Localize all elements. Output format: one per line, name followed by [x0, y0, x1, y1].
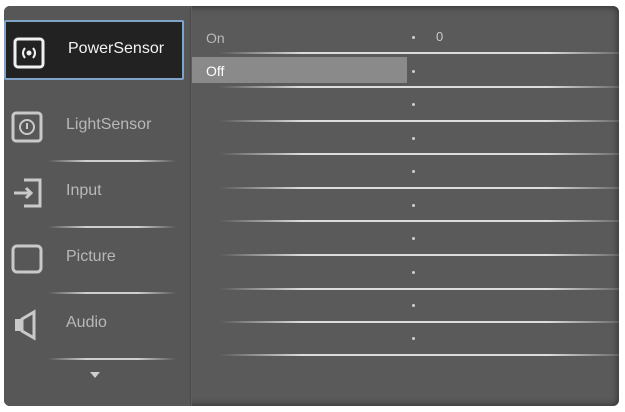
menu-item-label: Audio — [66, 314, 107, 331]
menu-item-input[interactable]: Input — [4, 162, 184, 222]
row-divider — [220, 153, 619, 155]
option-label: On — [206, 30, 225, 46]
menu-divider — [48, 358, 176, 360]
picture-icon — [10, 242, 44, 276]
menu-item-audio[interactable]: Audio — [4, 294, 184, 354]
menu-item-label: PowerSensor — [68, 40, 165, 57]
row-divider — [220, 86, 619, 88]
menu-item-lightsensor[interactable]: LightSensor — [4, 96, 184, 156]
menu-item-label: Picture — [66, 248, 116, 265]
main-menu: PowerSensor LightSensor Input Picture Au… — [4, 6, 190, 406]
dot-marker — [412, 237, 415, 240]
row-divider — [220, 254, 619, 256]
submenu: On 0 Off — [192, 6, 619, 406]
row-divider — [220, 354, 619, 356]
chevron-down-icon[interactable] — [90, 372, 100, 378]
light-sensor-icon — [10, 110, 44, 144]
dot-marker — [412, 271, 415, 274]
row-divider — [220, 52, 619, 54]
menu-item-powersensor[interactable]: PowerSensor — [4, 20, 184, 80]
option-label: Off — [206, 63, 225, 79]
option-value: 0 — [436, 29, 444, 44]
dot-marker — [412, 337, 415, 340]
option-on[interactable]: On — [192, 24, 432, 50]
dot-marker — [412, 70, 415, 73]
menu-item-picture[interactable]: Picture — [4, 228, 184, 288]
option-off[interactable]: Off — [192, 57, 407, 83]
row-divider — [220, 220, 619, 222]
dot-marker — [412, 103, 415, 106]
menu-item-label: Input — [66, 182, 102, 199]
dot-marker — [412, 36, 415, 39]
power-sensor-icon — [12, 36, 46, 70]
osd-menu: PowerSensor LightSensor Input Picture Au… — [4, 6, 619, 406]
dot-marker — [412, 170, 415, 173]
input-icon — [10, 176, 44, 210]
dot-marker — [412, 304, 415, 307]
dot-marker — [412, 204, 415, 207]
row-divider — [220, 288, 619, 290]
audio-icon — [10, 308, 44, 342]
row-divider — [220, 187, 619, 189]
row-divider — [220, 321, 619, 323]
row-divider — [220, 120, 619, 122]
menu-item-label: LightSensor — [66, 116, 152, 133]
dot-marker — [412, 137, 415, 140]
